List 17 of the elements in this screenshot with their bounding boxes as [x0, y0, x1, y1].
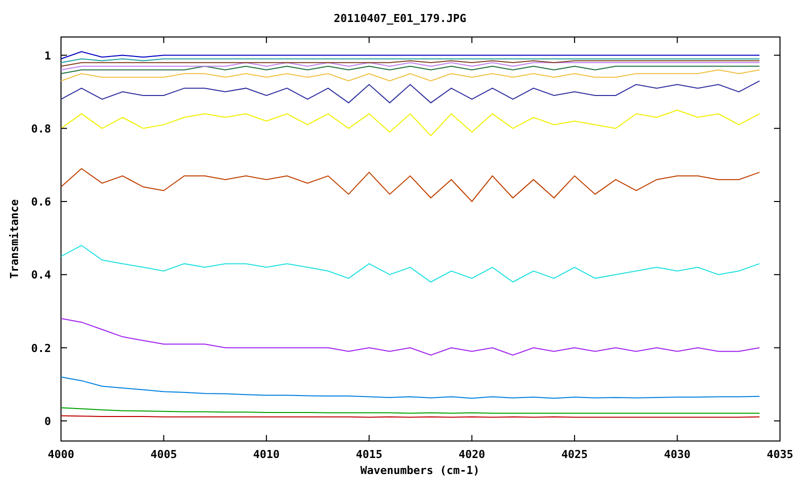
- tick-label: 0.2: [31, 342, 51, 355]
- y-axis-label: Transmitance: [8, 199, 21, 279]
- tick-label: 4030: [664, 448, 691, 461]
- tick-label: 4015: [356, 448, 382, 461]
- tick-label: 0.6: [31, 196, 51, 209]
- tick-label: 4035: [766, 448, 794, 461]
- tick-label: 0: [44, 414, 51, 428]
- tick-label: 4025: [561, 448, 588, 461]
- tick-label: 4010: [253, 448, 280, 461]
- x-axis-label: Wavenumbers (cm-1): [360, 464, 480, 477]
- tick-label: 0.4: [31, 268, 51, 282]
- chart-title: 20110407_E01_179.JPG: [334, 12, 466, 25]
- tick-label: 4005: [150, 448, 177, 461]
- tick-label: 0.8: [31, 122, 51, 136]
- tick-label: 4020: [458, 448, 486, 461]
- tick-label: 1: [44, 49, 51, 62]
- tick-label: 4000: [48, 448, 74, 461]
